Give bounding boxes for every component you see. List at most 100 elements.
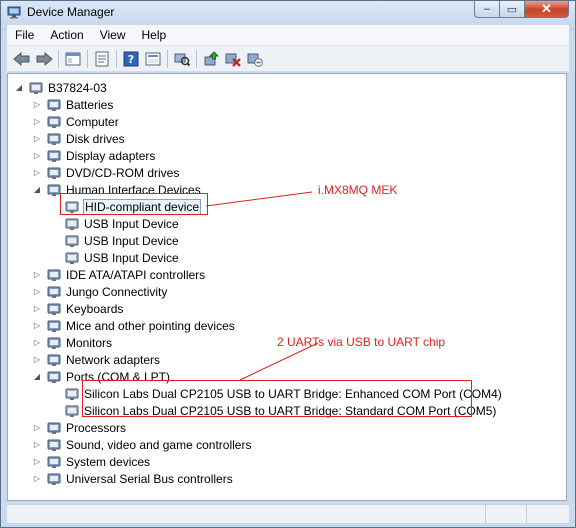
usb-controller-icon [47, 473, 61, 485]
toolbar-separator [58, 49, 59, 68]
tree-device-label: USB Input Device [84, 216, 179, 231]
help-button[interactable]: ? [120, 48, 142, 70]
expand-arrow-icon[interactable]: ▷ [32, 151, 42, 161]
uninstall-button[interactable] [222, 48, 244, 70]
scan-hardware-button[interactable] [171, 48, 193, 70]
tree-category[interactable]: ▷ Jungo Connectivity [32, 283, 168, 300]
tree-category-label: DVD/CD-ROM drives [66, 165, 180, 180]
annotation-box-hid [60, 193, 208, 215]
properties-button[interactable] [91, 48, 113, 70]
status-bar [7, 504, 569, 523]
toolbar-separator [116, 49, 117, 68]
annotation-label-mek: i.MX8MQ MEK [318, 183, 398, 197]
toolbar-separator [87, 49, 88, 68]
tree-category[interactable]: ▷ Computer [32, 113, 120, 130]
tree-category-label: Disk drives [66, 131, 125, 146]
tree-category[interactable]: ▷ Sound, video and game controllers [32, 436, 252, 453]
expand-arrow-icon[interactable]: ▷ [32, 321, 42, 331]
device-manager-icon [7, 6, 21, 19]
expand-arrow-icon[interactable]: ▷ [32, 440, 42, 450]
view-icon [145, 52, 161, 65]
tree-device[interactable]: USB Input Device [50, 249, 180, 266]
expand-arrow-icon[interactable]: ▷ [32, 117, 42, 127]
uninstall-icon [225, 53, 241, 67]
tree-category[interactable]: ▷ Display adapters [32, 147, 156, 164]
tree-category[interactable]: ▷ Disk drives [32, 130, 126, 147]
collapse-arrow-icon[interactable]: ◢ [14, 83, 24, 93]
expand-arrow-icon[interactable]: ▷ [32, 338, 42, 348]
expand-arrow-icon[interactable]: ▷ [32, 134, 42, 144]
tree-category[interactable]: ▷ Network adapters [32, 351, 161, 368]
tree-category[interactable]: ▷ DVD/CD-ROM drives [32, 164, 180, 181]
tree-category[interactable]: ▷ System devices [32, 453, 151, 470]
status-cell [7, 505, 486, 523]
tree-category[interactable]: ▷ IDE ATA/ATAPI controllers [32, 266, 206, 283]
device-manager-window: Device Manager ‒ ▭ ✕ File Action View He… [0, 0, 576, 528]
tree-root-label: B37824-03 [48, 80, 107, 95]
back-button[interactable] [11, 48, 33, 70]
mouse-icon [47, 320, 61, 332]
port-icon [65, 388, 79, 400]
system-devices-icon [47, 456, 61, 468]
tree-category-label: Computer [66, 114, 119, 129]
expand-arrow-icon[interactable]: ▷ [32, 474, 42, 484]
sound-icon [47, 439, 61, 451]
title-bar[interactable]: Device Manager ‒ ▭ ✕ [1, 1, 575, 23]
expand-arrow-icon[interactable]: ▷ [32, 168, 42, 178]
forward-button[interactable] [33, 48, 55, 70]
expand-arrow-icon[interactable]: ▷ [32, 423, 42, 433]
toolbar-separator [167, 49, 168, 68]
tree-category-label: Mice and other pointing devices [66, 318, 235, 333]
console-tree-icon [65, 52, 81, 65]
view-button[interactable] [142, 48, 164, 70]
ide-controller-icon [47, 269, 61, 281]
maximize-icon: ▭ [506, 3, 518, 16]
jungo-icon [47, 286, 61, 298]
tree-category[interactable]: ▷ Monitors [32, 334, 113, 351]
disable-icon [247, 53, 263, 67]
expand-arrow-icon[interactable]: ▷ [32, 457, 42, 467]
device-tree: ◢ B37824-03 ▷ Batteries ▷ Computer ▷ Disk drive… [7, 73, 567, 501]
tree-category-label: Universal Serial Bus controllers [66, 471, 233, 486]
processor-icon [47, 422, 61, 434]
console-tree-button[interactable] [62, 48, 84, 70]
display-adapter-icon [47, 150, 61, 162]
tree-device[interactable]: USB Input Device [50, 232, 180, 249]
expand-arrow-icon[interactable]: ▷ [32, 270, 42, 280]
tree-device-label: USB Input Device [84, 233, 179, 248]
close-icon: ✕ [541, 1, 552, 16]
tree-category[interactable]: ▷ Keyboards [32, 300, 124, 317]
tree-category[interactable]: ▷ Universal Serial Bus controllers [32, 470, 234, 487]
menu-help[interactable]: Help [134, 28, 175, 42]
update-driver-button[interactable] [200, 48, 222, 70]
tree-root[interactable]: ◢ B37824-03 [14, 79, 108, 96]
close-button[interactable]: ✕ [525, 1, 569, 18]
menu-bar: File Action View Help [7, 25, 569, 46]
tree-device[interactable]: USB Input Device [50, 215, 180, 232]
expand-arrow-icon[interactable]: ▷ [32, 287, 42, 297]
tree-category-label: Network adapters [66, 352, 161, 367]
tree-category[interactable]: ▷ Batteries [32, 96, 114, 113]
tree-category-label: IDE ATA/ATAPI controllers [66, 267, 206, 282]
tree-category[interactable]: ▷ Processors [32, 419, 127, 436]
collapse-arrow-icon[interactable]: ◢ [32, 372, 42, 382]
tree-category-label: System devices [66, 454, 151, 469]
collapse-arrow-icon[interactable]: ◢ [32, 185, 42, 195]
forward-arrow-icon [36, 51, 53, 66]
maximize-button[interactable]: ▭ [500, 1, 525, 18]
disable-button[interactable] [244, 48, 266, 70]
minimize-button[interactable]: ‒ [474, 1, 500, 18]
menu-file[interactable]: File [7, 28, 42, 42]
tree-category[interactable]: ▷ Mice and other pointing devices [32, 317, 236, 334]
tree-category-label: Keyboards [66, 301, 124, 316]
keyboard-icon [47, 303, 61, 315]
scan-hardware-icon [174, 53, 190, 66]
expand-arrow-icon[interactable]: ▷ [32, 100, 42, 110]
tree-category-label: Monitors [66, 335, 113, 350]
monitor-icon [47, 337, 61, 349]
menu-view[interactable]: View [92, 28, 134, 42]
menu-action[interactable]: Action [42, 28, 91, 42]
expand-arrow-icon[interactable]: ▷ [32, 304, 42, 314]
expand-arrow-icon[interactable]: ▷ [32, 355, 42, 365]
network-adapter-icon [47, 354, 61, 366]
